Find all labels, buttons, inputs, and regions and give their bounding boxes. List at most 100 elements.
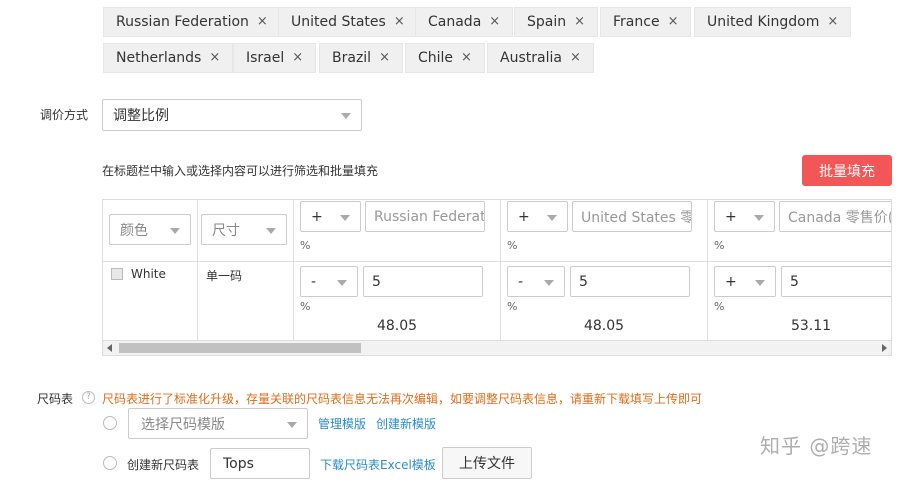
remove-tag-icon[interactable]: × <box>379 44 390 72</box>
chevron-down-icon <box>287 421 297 428</box>
pricing-method-select[interactable]: 调整比例 <box>102 99 362 131</box>
batch-fill-button[interactable]: 批量填充 <box>802 155 892 186</box>
country-tag-label: Canada <box>428 14 482 30</box>
chevron-down-icon <box>754 214 764 221</box>
pricing-method-label: 调价方式 <box>40 108 89 122</box>
chevron-down-icon <box>341 113 351 119</box>
cell-op-value: - <box>311 273 317 290</box>
size-chart-warning: 尺码表进行了标准化升级，存量关联的尺码表信息无法再次编辑，如要调整尺码表信息，请… <box>102 392 703 406</box>
column-price-input[interactable]: Russian Federatic <box>365 201 485 232</box>
pricing-method-value: 调整比例 <box>113 108 169 124</box>
size-template-placeholder: 选择尺码模版 <box>141 416 225 433</box>
scroll-left-icon[interactable] <box>107 344 112 352</box>
cell-result-price: 53.11 <box>790 318 832 334</box>
country-tag-label: Russian Federation <box>116 14 249 30</box>
create-template-link[interactable]: 创建新模版 <box>376 415 436 432</box>
chevron-down-icon <box>266 227 276 234</box>
percent-label: % <box>300 300 311 313</box>
country-tag: Canada × <box>415 7 514 37</box>
price-table: 颜色 尺寸 + Russian Federatic % + United Sta… <box>102 199 892 356</box>
country-tag: France × <box>600 7 692 37</box>
column-op-select[interactable]: + <box>507 201 568 232</box>
watermark: 知乎 @跨速 <box>760 434 873 458</box>
country-tag-label: Israel <box>246 50 285 66</box>
country-tag-label: Australia <box>500 50 562 66</box>
percent-label: % <box>300 239 311 252</box>
country-tag: Australia × <box>487 43 594 73</box>
chevron-down-icon <box>547 214 557 221</box>
percent-label: % <box>714 300 725 313</box>
size-template-select[interactable]: 选择尺码模版 <box>128 408 308 439</box>
chevron-down-icon <box>544 279 554 286</box>
manage-template-link[interactable]: 管理模版 <box>318 415 366 432</box>
horizontal-scrollbar[interactable] <box>103 340 891 355</box>
size-chart-name-input[interactable]: Tops <box>210 448 310 479</box>
percent-label: % <box>507 300 518 313</box>
upload-file-button[interactable]: 上传文件 <box>442 447 532 479</box>
cell-result-price: 48.05 <box>583 318 625 334</box>
color-swatch-icon <box>111 268 123 280</box>
cell-op-select[interactable]: - <box>300 266 358 297</box>
percent-label: % <box>714 239 725 252</box>
cell-op-select[interactable]: - <box>507 266 565 297</box>
column-op-select[interactable]: + <box>300 201 361 232</box>
country-tag: United Kingdom × <box>694 7 852 37</box>
cell-adjust-input[interactable]: 5 <box>781 266 891 297</box>
column-op-select[interactable]: + <box>714 201 775 232</box>
remove-tag-icon[interactable]: × <box>292 44 303 72</box>
row-color: White <box>131 267 166 281</box>
cell-op-select[interactable]: + <box>714 266 776 297</box>
country-tag-label: France <box>613 14 660 30</box>
remove-tag-icon[interactable]: × <box>257 8 268 36</box>
remove-tag-icon[interactable]: × <box>394 8 405 36</box>
row-size: 单一码 <box>206 269 243 283</box>
download-excel-link[interactable]: 下载尺码表Excel模板 <box>320 456 436 473</box>
remove-tag-icon[interactable]: × <box>461 44 472 72</box>
chevron-down-icon <box>170 227 180 234</box>
country-tag-label: Netherlands <box>116 50 202 66</box>
country-tag: Chile × <box>405 43 485 73</box>
remove-tag-icon[interactable]: × <box>574 8 585 36</box>
color-header: 颜色 <box>120 222 148 239</box>
remove-tag-icon[interactable]: × <box>209 44 220 72</box>
remove-tag-icon[interactable]: × <box>570 44 581 72</box>
column-op-value: + <box>518 208 530 225</box>
country-tag-label: United States <box>291 14 386 30</box>
country-tag-label: Brazil <box>332 50 372 66</box>
country-tag-label: United Kingdom <box>707 14 820 30</box>
cell-result-price: 48.05 <box>376 318 418 334</box>
size-filter-select[interactable]: 尺寸 <box>201 214 287 245</box>
size-chart-label: 尺码表 <box>37 392 74 406</box>
country-tag: Brazil × <box>319 43 403 73</box>
column-op-value: + <box>311 208 323 225</box>
cell-op-value: + <box>725 273 737 290</box>
country-tag: Russian Federation × <box>103 7 281 37</box>
percent-label: % <box>507 239 518 252</box>
remove-tag-icon[interactable]: × <box>489 8 500 36</box>
country-tag: Israel × <box>233 43 317 73</box>
new-size-chart-radio[interactable] <box>103 456 117 470</box>
chevron-down-icon <box>337 279 347 286</box>
cell-op-value: - <box>518 273 524 290</box>
table-hint: 在标题栏中输入或选择内容可以进行筛选和批量填充 <box>102 164 379 178</box>
column-price-input[interactable]: United States 零售 <box>572 201 692 232</box>
color-filter-select[interactable]: 颜色 <box>109 214 191 245</box>
scroll-right-icon[interactable] <box>882 344 887 352</box>
country-tag: United States × <box>278 7 418 37</box>
column-price-input[interactable]: Canada 零售价(U <box>779 201 891 232</box>
remove-tag-icon[interactable]: × <box>668 8 679 36</box>
new-size-chart-label: 创建新尺码表 <box>127 458 200 472</box>
cell-adjust-input[interactable]: 5 <box>363 266 483 297</box>
remove-tag-icon[interactable]: × <box>827 8 838 36</box>
column-op-value: + <box>725 208 737 225</box>
country-tag-label: Chile <box>418 50 454 66</box>
select-template-radio[interactable] <box>103 416 117 430</box>
cell-adjust-input[interactable]: 5 <box>570 266 690 297</box>
country-tag-label: Spain <box>527 14 567 30</box>
scrollbar-thumb[interactable] <box>119 343 361 353</box>
country-tag: Netherlands × <box>103 43 234 73</box>
country-tag: Spain × <box>514 7 599 37</box>
size-header: 尺寸 <box>212 222 240 239</box>
chevron-down-icon <box>340 214 350 221</box>
help-icon[interactable]: ? <box>82 391 95 404</box>
